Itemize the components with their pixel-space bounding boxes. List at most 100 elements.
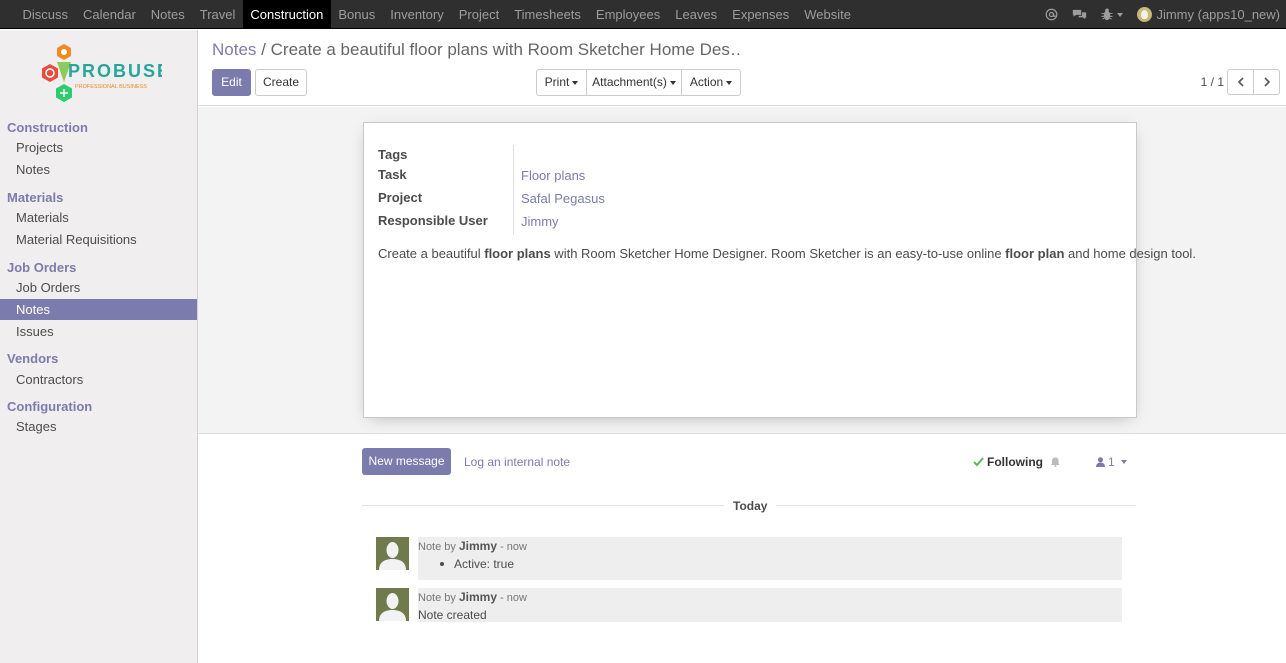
caret-down-icon — [572, 80, 579, 85]
avatar[interactable] — [376, 588, 409, 621]
sidebar-item-job-notes[interactable]: Notes — [0, 299, 197, 320]
sidebar-item-material-requisitions[interactable]: Material Requisitions — [0, 229, 197, 250]
message-author[interactable]: Jimmy — [459, 539, 497, 553]
section-job-orders: Job Orders — [7, 260, 77, 275]
field-separator — [513, 145, 514, 235]
message-header: Note by Jimmy - now — [418, 590, 527, 604]
print-dropdown[interactable]: Print — [536, 69, 587, 96]
project-link[interactable]: Safal Pegasus — [521, 191, 605, 206]
menu-inventory[interactable]: Inventory — [383, 0, 451, 29]
debug-icon[interactable] — [1101, 8, 1124, 21]
sidebar-item-stages[interactable]: Stages — [0, 416, 197, 437]
form-sheet: Tags Task Floor plans Project Safal Pega… — [363, 122, 1196, 418]
menu-calendar[interactable]: Calendar — [76, 0, 144, 29]
bullet-icon — [440, 561, 444, 566]
create-button[interactable]: Create — [255, 69, 307, 96]
pager-previous-button[interactable] — [1227, 69, 1254, 95]
avatar — [1137, 7, 1153, 22]
project-label: Project — [378, 190, 423, 205]
followers-count: 1 — [1108, 455, 1115, 469]
menu-discuss[interactable]: Discuss — [15, 0, 76, 29]
section-construction: Construction — [7, 120, 88, 135]
menu-construction[interactable]: Construction — [242, 0, 331, 29]
app-menu: Discuss Calendar Notes Travel Constructi… — [15, 0, 858, 29]
breadcrumb: Notes / Create a beautiful floor plans w… — [212, 40, 742, 60]
responsible-user-label: Responsible User — [378, 213, 488, 228]
message-text: Note created — [418, 608, 487, 622]
user-name: Jimmy (apps10_new) — [1156, 7, 1280, 22]
mention-icon[interactable] — [1045, 8, 1058, 21]
message-body: Note by Jimmy - now Active: true — [418, 537, 1122, 580]
new-message-button[interactable]: New message — [362, 448, 451, 475]
svg-text:PROFESSIONAL BUSINESS: PROFESSIONAL BUSINESS — [75, 84, 147, 90]
user-icon — [1096, 457, 1105, 467]
message-time: - now — [500, 541, 527, 553]
sidebar-item-construction-notes[interactable]: Notes — [0, 159, 197, 180]
task-link[interactable]: Floor plans — [521, 168, 585, 183]
sidebar-item-materials[interactable]: Materials — [0, 207, 197, 228]
menu-website[interactable]: Website — [797, 0, 859, 29]
message-body: Note by Jimmy - now Note created — [418, 588, 1122, 622]
caret-down-icon — [726, 80, 733, 85]
log-internal-note-link[interactable]: Log an internal note — [464, 455, 570, 469]
sidebar: PROBUSE PROFESSIONAL BUSINESS Constructi… — [0, 30, 198, 663]
menu-expenses[interactable]: Expenses — [725, 0, 797, 29]
breadcrumb-separator: / — [261, 40, 266, 59]
sidebar-item-projects[interactable]: Projects — [0, 137, 197, 158]
attachments-label: Attachment(s) — [592, 75, 667, 89]
section-materials: Materials — [7, 190, 64, 205]
sidebar-item-job-orders[interactable]: Job Orders — [0, 277, 197, 298]
systray: Jimmy (apps10_new) — [1045, 0, 1280, 29]
note-description: Create a beautiful floor plans with Room… — [378, 246, 1196, 261]
bell-icon[interactable] — [1051, 457, 1060, 467]
breadcrumb-current: Create a beautiful floor plans with Room… — [270, 40, 742, 59]
date-divider-right — [776, 505, 1136, 506]
task-label: Task — [378, 167, 407, 182]
action-label: Action — [689, 75, 724, 89]
pager-value[interactable]: 1 / 1 — [1201, 75, 1224, 89]
svg-text:PROBUSE: PROBUSE — [68, 61, 162, 81]
caret-down-icon — [669, 80, 676, 85]
attachments-dropdown[interactable]: Attachment(s) — [586, 69, 682, 96]
pager-next-button[interactable] — [1253, 69, 1280, 95]
message-time: - now — [500, 592, 527, 604]
probuse-logo: PROBUSE PROFESSIONAL BUSINESS — [42, 44, 162, 102]
print-label: Print — [544, 75, 570, 89]
check-icon — [973, 457, 984, 467]
edit-button[interactable]: Edit — [212, 69, 251, 96]
following-label: Following — [987, 455, 1043, 469]
message-author[interactable]: Jimmy — [459, 590, 497, 604]
message-header: Note by Jimmy - now — [418, 539, 527, 553]
section-vendors: Vendors — [7, 351, 59, 366]
responsible-user-link[interactable]: Jimmy — [521, 214, 559, 229]
tags-label: Tags — [378, 147, 408, 162]
top-navbar: Discuss Calendar Notes Travel Constructi… — [0, 0, 1286, 29]
date-separator: Today — [733, 499, 768, 513]
sidebar-item-contractors[interactable]: Contractors — [0, 369, 197, 390]
control-panel: Notes / Create a beautiful floor plans w… — [198, 30, 1286, 106]
menu-project[interactable]: Project — [451, 0, 506, 29]
caret-down-icon — [1120, 460, 1127, 464]
avatar[interactable] — [376, 537, 409, 570]
menu-timesheets[interactable]: Timesheets — [507, 0, 589, 29]
date-divider-left — [362, 505, 724, 506]
chevron-right-icon — [1263, 77, 1270, 87]
menu-employees[interactable]: Employees — [588, 0, 667, 29]
action-dropdown[interactable]: Action — [681, 69, 741, 96]
menu-notes[interactable]: Notes — [143, 0, 192, 29]
breadcrumb-notes-link[interactable]: Notes — [212, 40, 256, 59]
message-item: Note by Jimmy - now Active: true — [376, 537, 1122, 580]
chat-icon[interactable] — [1072, 8, 1087, 21]
user-menu[interactable]: Jimmy (apps10_new) — [1137, 7, 1280, 22]
menu-travel[interactable]: Travel — [192, 0, 243, 29]
menu-bonus[interactable]: Bonus — [331, 0, 383, 29]
message-item: Note by Jimmy - now Note created — [376, 588, 1122, 622]
followers-dropdown[interactable]: 1 — [1096, 455, 1127, 469]
form-view: Tags Task Floor plans Project Safal Pega… — [198, 107, 1286, 434]
message-text: Active: true — [440, 557, 514, 571]
section-configuration: Configuration — [7, 399, 93, 414]
following-toggle[interactable]: Following — [973, 455, 1060, 469]
sidebar-item-issues[interactable]: Issues — [0, 321, 197, 342]
menu-leaves[interactable]: Leaves — [668, 0, 725, 29]
chevron-left-icon — [1237, 77, 1244, 87]
